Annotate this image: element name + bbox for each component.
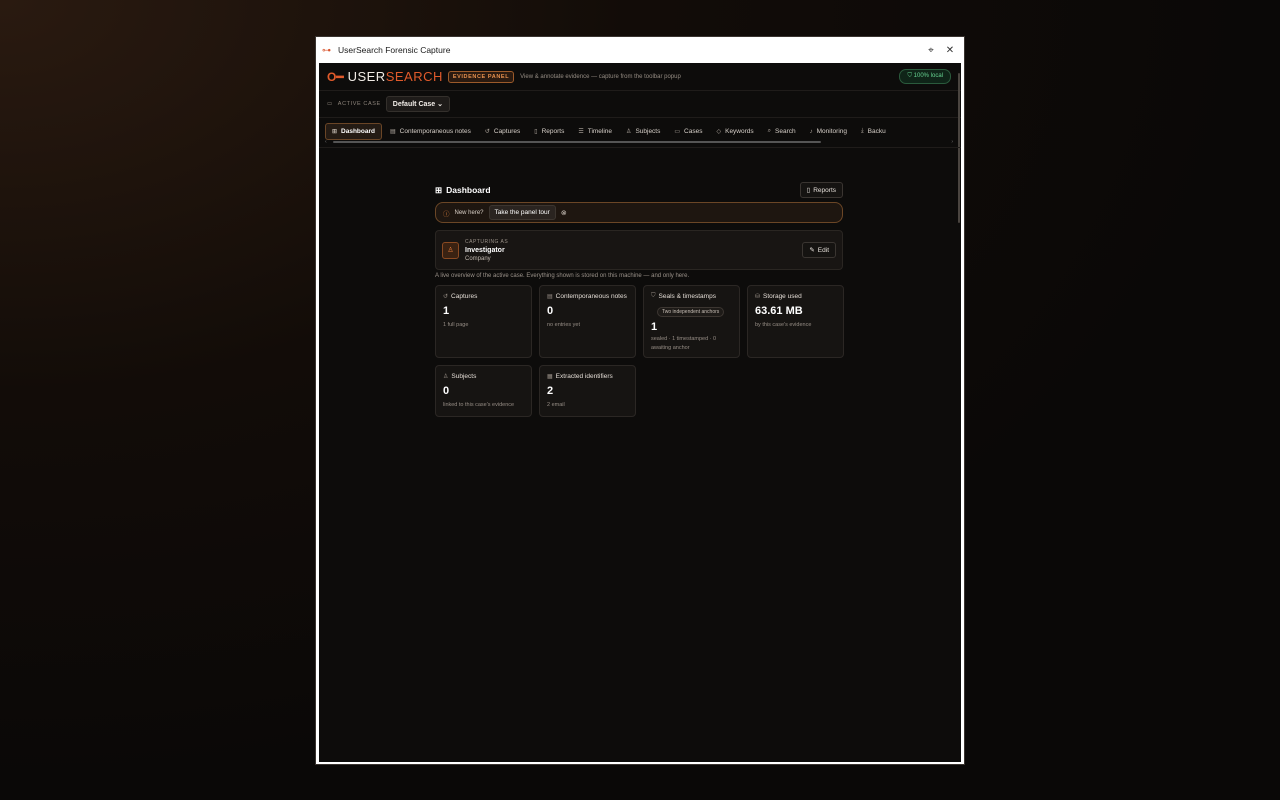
stat-title: Subjects [451, 373, 477, 380]
tab-contemporaneous-notes[interactable]: ▤ Contemporaneous notes [384, 123, 477, 140]
close-icon[interactable]: ✕ [942, 42, 958, 58]
stat-card-seals[interactable]: ⛉ Seals & timestamps Two independent anch… [643, 285, 740, 358]
page-title: ⊞ Dashboard [435, 184, 491, 196]
stat-subtext: no entries yet [547, 322, 581, 328]
tab-timeline[interactable]: ☰ Timeline [572, 123, 618, 140]
active-case-label: ▭ ACTIVE CASE [327, 101, 381, 107]
stat-card-identifiers[interactable]: ▦ Extracted identifiers 2 2 email [539, 365, 636, 417]
stat-title: Contemporaneous notes [555, 293, 627, 300]
tab-monitoring[interactable]: ♪ Monitoring [804, 123, 853, 140]
stat-value: 63.61 MB [755, 305, 803, 317]
grid-icon: ⊞ [435, 184, 443, 195]
stat-value: 1 [443, 305, 450, 317]
stat-title: Seals & timestamps [658, 293, 716, 300]
investigator-name: Investigator [465, 246, 505, 254]
app-header: O━ USERSEARCH EVIDENCE PANEL View & anno… [319, 63, 961, 91]
stat-value: 0 [443, 385, 450, 397]
avatar: ♙ [442, 241, 459, 259]
dismiss-icon[interactable]: ⊗ [561, 209, 567, 217]
stat-card-notes[interactable]: ▤ Contemporaneous notes 0 no entries yet [539, 285, 636, 358]
app-window: ⊶ UserSearch Forensic Capture ⌖ ✕ O━ USE… [315, 36, 965, 765]
edit-button[interactable]: ✎ Edit [802, 242, 836, 258]
tab-subjects[interactable]: ♙ Subjects [620, 123, 666, 140]
logo-text: USERSEARCH [347, 69, 443, 84]
panel-content: O━ USERSEARCH EVIDENCE PANEL View & anno… [316, 63, 964, 764]
capturing-as-card: ♙ CAPTURING AS Investigator Company ✎ Edi… [435, 230, 843, 270]
pencil-icon: ✎ [809, 247, 815, 254]
capturing-as-label: CAPTURING AS [465, 238, 509, 245]
notes-icon: ▤ [389, 129, 396, 135]
window-title: UserSearch Forensic Capture [338, 45, 451, 55]
case-selector[interactable]: Default Case ⌄ [385, 96, 451, 112]
stat-value: 2 [547, 385, 554, 397]
tab-search[interactable]: ⌕ Search [762, 123, 802, 140]
tag-icon: ◇ [716, 129, 722, 135]
stat-value: 0 [547, 305, 554, 317]
grid-icon: ⊞ [332, 129, 338, 135]
stat-card-storage[interactable]: ⛁ Storage used 63.61 MB by this case's ev… [747, 285, 844, 358]
info-icon: ⓘ [443, 210, 450, 218]
stat-subtext: 2 email [547, 402, 565, 408]
logo-key-icon: O━ [327, 69, 344, 84]
header-subtitle: View & annotate evidence — capture from … [520, 73, 681, 80]
stat-subtext: by this case's evidence [755, 322, 812, 328]
id-card-icon: ▦ [547, 374, 553, 380]
history-icon: ↺ [484, 129, 490, 135]
dashboard-header: ⊞ Dashboard ▯ Reports [435, 181, 843, 199]
document-icon: ▯ [534, 129, 538, 135]
stat-subtext: sealed · 1 timestamped · 0 awaiting anch… [651, 336, 717, 351]
bell-icon: ♪ [809, 128, 813, 135]
timeline-icon: ☰ [578, 129, 584, 135]
download-icon: ⤓ [861, 128, 864, 134]
scroll-right-arrow[interactable]: › [951, 139, 953, 145]
tab-reports[interactable]: ▯ Reports [528, 123, 570, 140]
local-status-badge: ⛉ 100% local [899, 69, 951, 84]
overview-text: A live overview of the active case. Ever… [435, 273, 690, 279]
key-icon: ⊶ [322, 45, 331, 55]
tab-cases[interactable]: ▭ Cases [668, 123, 708, 140]
unpin-icon[interactable]: ⌖ [923, 42, 939, 58]
tab-bar: ⊞ Dashboard ▤ Contemporaneous notes ↺ Captu… [319, 118, 961, 148]
reports-button[interactable]: ▯ Reports [799, 182, 843, 198]
stat-title: Storage used [763, 293, 802, 300]
logo: O━ USERSEARCH [327, 69, 443, 84]
vertical-scrollbar[interactable] [958, 73, 960, 223]
stat-card-captures[interactable]: ↺ Captures 1 1 full page [435, 285, 532, 358]
folder-icon: ▭ [327, 101, 333, 107]
history-icon: ↺ [443, 294, 449, 300]
chevron-down-icon: ⌄ [437, 101, 444, 108]
dashboard-main: ⊞ Dashboard ▯ Reports ⓘ New here? Take the… [435, 181, 844, 417]
tab-keywords[interactable]: ◇ Keywords [710, 123, 759, 140]
anchors-pill: Two independent anchors [657, 307, 725, 317]
database-icon: ⛁ [755, 294, 761, 300]
stat-value: 1 [651, 321, 658, 333]
tab-backup[interactable]: ⤓ Backu [855, 123, 892, 140]
stat-title: Captures [451, 293, 478, 300]
investigator-company: Company [465, 255, 491, 262]
scroll-left-arrow[interactable]: ‹ [325, 139, 327, 145]
tab-captures[interactable]: ↺ Captures [479, 123, 526, 140]
evidence-panel-badge: EVIDENCE PANEL [447, 70, 515, 83]
stat-card-subjects[interactable]: ♙ Subjects 0 linked to this case's eviden… [435, 365, 532, 417]
stat-subtext: 1 full page [443, 322, 469, 328]
active-case-bar: ▭ ACTIVE CASE Default Case ⌄ [319, 91, 961, 118]
notes-icon: ▤ [547, 294, 553, 300]
shield-icon: ⛉ [651, 293, 656, 299]
search-icon: ⌕ [767, 128, 772, 134]
tour-banner: ⓘ New here? Take the panel tour ⊗ [435, 202, 843, 223]
person-icon: ♙ [626, 129, 632, 135]
stat-subtext: linked to this case's evidence [443, 402, 515, 408]
tab-dashboard[interactable]: ⊞ Dashboard [325, 123, 382, 140]
tour-text: New here? [454, 209, 484, 216]
folder-icon: ▭ [674, 129, 681, 135]
person-icon: ♙ [443, 374, 449, 380]
take-tour-button[interactable]: Take the panel tour [488, 205, 556, 220]
stat-title: Extracted identifiers [555, 373, 613, 380]
window-titlebar: ⊶ UserSearch Forensic Capture ⌖ ✕ [316, 37, 964, 63]
document-icon: ▯ [806, 187, 811, 194]
tab-scrollbar[interactable] [333, 141, 821, 143]
stats-grid: ↺ Captures 1 1 full page ▤ Contemporaneous… [435, 285, 844, 417]
